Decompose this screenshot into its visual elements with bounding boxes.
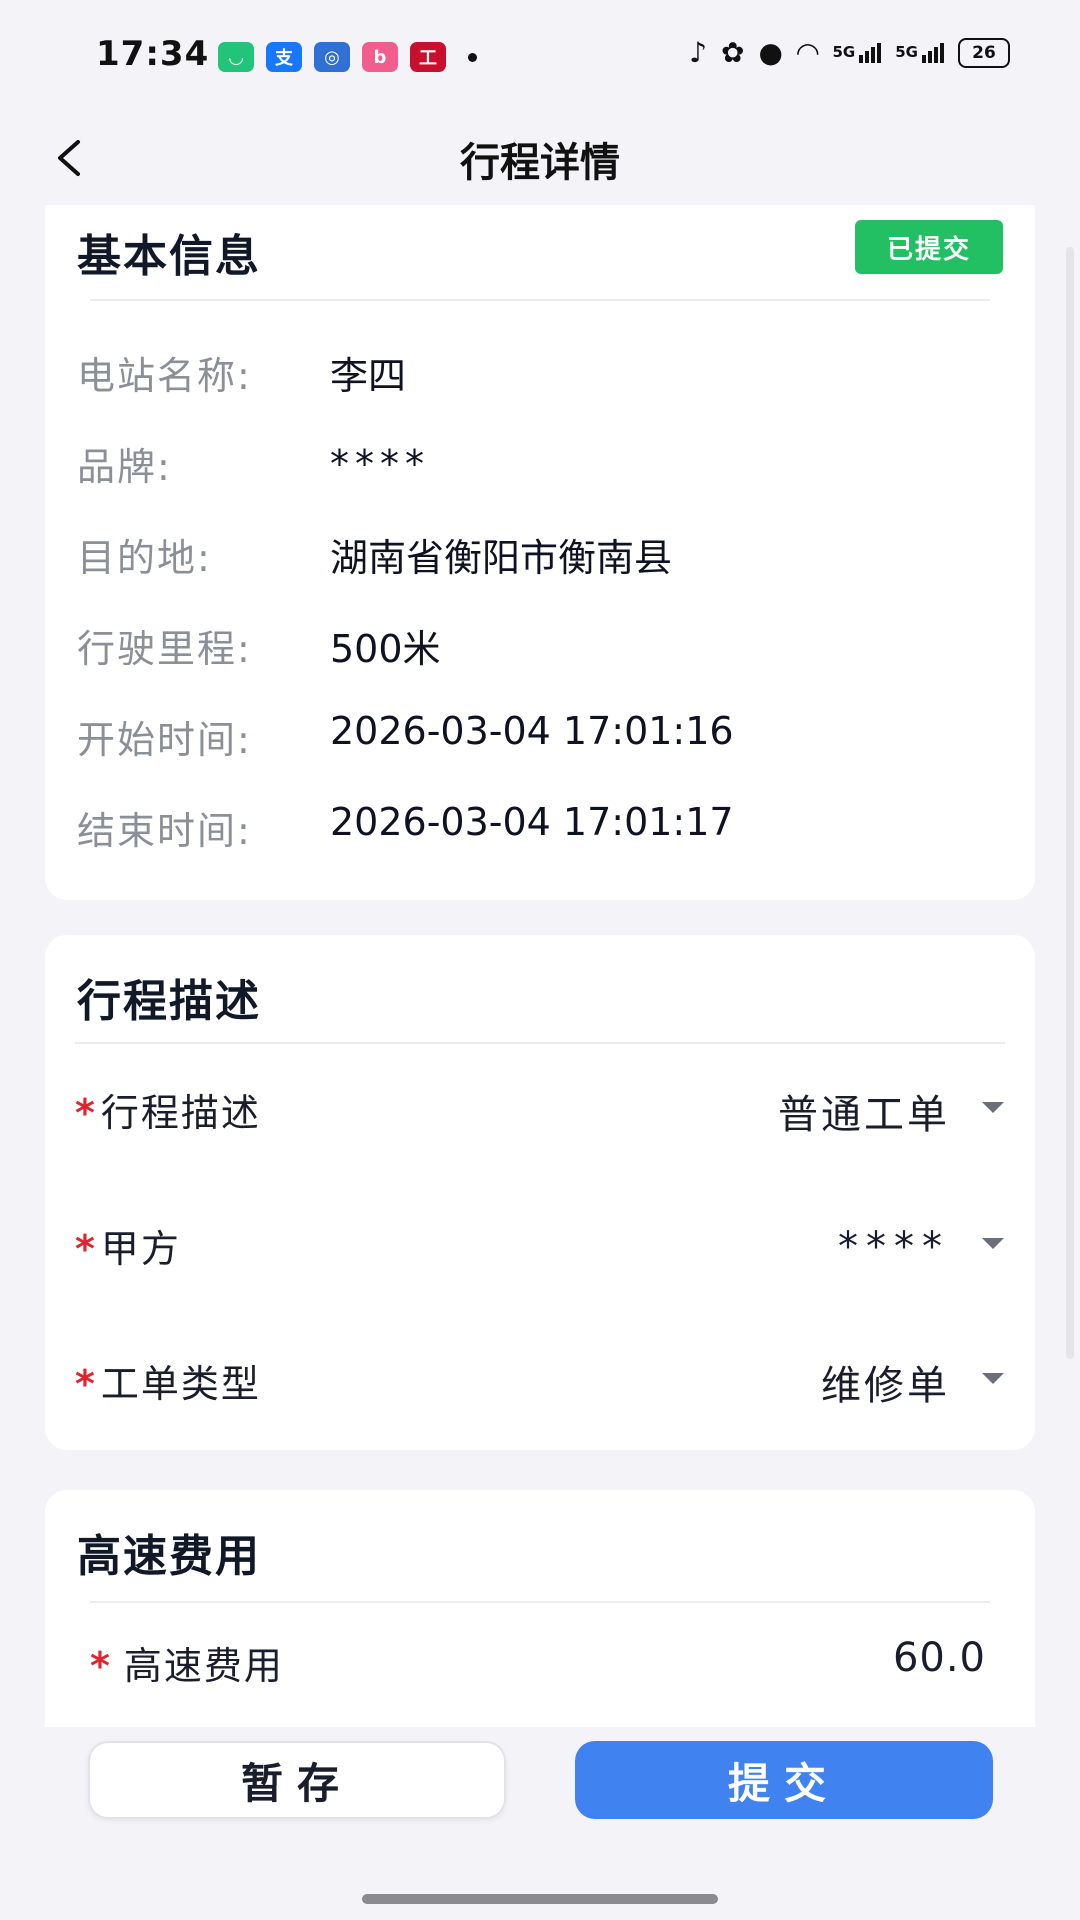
field-label: 高速费用	[123, 1644, 284, 1688]
field-label: 行程描述	[100, 1091, 261, 1135]
info-value: 500米	[330, 627, 441, 671]
highway-fee-label: * 高速费用	[90, 1635, 284, 1690]
divider	[75, 1042, 1005, 1044]
required-mark: *	[75, 1091, 97, 1135]
info-value: 2026-03-04 17:01:17	[330, 800, 734, 844]
home-indicator[interactable]	[362, 1894, 718, 1904]
mi-home-app-icon: ◡	[218, 42, 254, 72]
info-row-end-time: 结束时间: 2026-03-04 17:01:17	[77, 800, 997, 860]
dropdown-caret-icon[interactable]	[982, 1238, 1004, 1249]
field-label: 工单类型	[100, 1362, 261, 1406]
highway-fee-input[interactable]: 60.0	[893, 1635, 986, 1681]
battery-icon: 26	[958, 38, 1010, 68]
info-label: 开始时间:	[77, 718, 252, 762]
status-badge: 已提交	[855, 220, 1003, 274]
wifi-icon: ◠	[796, 36, 819, 69]
app-header: 行程详情	[0, 110, 1080, 206]
info-value: ****	[330, 442, 430, 486]
order-type-value[interactable]: 维修单	[821, 1353, 950, 1411]
info-row-brand: 品牌: ****	[77, 436, 997, 496]
page-title: 行程详情	[460, 140, 620, 186]
scrollbar[interactable]	[1066, 247, 1074, 1359]
trip-description-card: 行程描述 * 行程描述 普通工单 * 甲方 **** * 工单类型 维修单	[45, 935, 1035, 1450]
pet-icon: ✿	[721, 36, 745, 69]
signal-strength-2-icon: 5G	[895, 43, 944, 63]
alipay-app-icon: 支	[266, 42, 302, 72]
location-icon: ●	[758, 36, 783, 69]
basic-info-card: 基本信息 已提交 电站名称: 李四 品牌: **** 目的地: 湖南省衡阳市衡南…	[45, 205, 1035, 900]
bell-icon: ♪	[689, 36, 708, 69]
info-row-start-time: 开始时间: 2026-03-04 17:01:16	[77, 709, 997, 769]
basic-info-title: 基本信息	[77, 231, 261, 282]
status-time: 17:34	[96, 34, 210, 74]
status-right-icons: ♪ ✿ ● ◠ 5G 5G 26	[689, 38, 1010, 68]
order-type-label: * 工单类型	[75, 1353, 261, 1408]
required-mark: *	[75, 1362, 97, 1406]
network-type-1: 5G	[832, 43, 856, 61]
icbc-app-icon: 工	[410, 42, 446, 72]
scroll-content[interactable]: 基本信息 已提交 电站名称: 李四 品牌: **** 目的地: 湖南省衡阳市衡南…	[0, 205, 1080, 1727]
info-label: 行驶里程:	[77, 627, 252, 671]
submit-button[interactable]: 提交	[575, 1741, 993, 1819]
trip-description-title: 行程描述	[77, 976, 261, 1027]
party-a-select[interactable]: * 甲方 ****	[75, 1208, 1010, 1278]
signal-strength-icon: 5G	[833, 43, 882, 63]
dropdown-caret-icon[interactable]	[982, 1373, 1004, 1384]
notification-app-icons: ◡ 支 ◎ b 工	[218, 42, 477, 72]
bottom-action-bar: 暂存 提交	[0, 1727, 1080, 1920]
bank-app-icon: ◎	[314, 42, 350, 72]
highway-fee-field[interactable]: * 高速费用 60.0	[90, 1625, 990, 1695]
dropdown-caret-icon[interactable]	[982, 1102, 1004, 1113]
info-label: 目的地:	[77, 536, 212, 580]
network-type-2: 5G	[895, 43, 918, 61]
info-value: 2026-03-04 17:01:16	[330, 709, 734, 753]
info-row-destination: 目的地: 湖南省衡阳市衡南县	[77, 527, 997, 587]
info-value: 李四	[330, 354, 407, 398]
trip-description-label: * 行程描述	[75, 1082, 261, 1137]
party-a-value[interactable]: ****	[838, 1224, 950, 1270]
divider	[90, 299, 990, 301]
order-type-select[interactable]: * 工单类型 维修单	[75, 1343, 1010, 1413]
party-a-label: * 甲方	[75, 1218, 181, 1273]
info-label: 结束时间:	[77, 809, 252, 853]
highway-fee-title: 高速费用	[77, 1531, 261, 1582]
info-label: 电站名称:	[77, 354, 252, 398]
trip-description-value[interactable]: 普通工单	[778, 1082, 950, 1140]
info-row-mileage: 行驶里程: 500米	[77, 618, 997, 678]
info-label: 品牌:	[77, 445, 172, 489]
divider	[90, 1601, 990, 1603]
field-label: 甲方	[100, 1227, 181, 1271]
status-bar: 17:34 ◡ 支 ◎ b 工 ♪ ✿ ● ◠ 5G 5G 26	[0, 0, 1080, 110]
required-mark: *	[90, 1644, 112, 1688]
bilibili-app-icon: b	[362, 42, 398, 72]
trip-description-select[interactable]: * 行程描述 普通工单	[75, 1072, 1010, 1142]
highway-fee-card: 高速费用 * 高速费用 60.0	[45, 1490, 1035, 1727]
info-value: 湖南省衡阳市衡南县	[330, 536, 673, 580]
info-row-station-name: 电站名称: 李四	[77, 345, 997, 405]
more-notifications-dot-icon	[468, 52, 477, 62]
required-mark: *	[75, 1227, 97, 1271]
save-draft-button[interactable]: 暂存	[88, 1741, 506, 1819]
